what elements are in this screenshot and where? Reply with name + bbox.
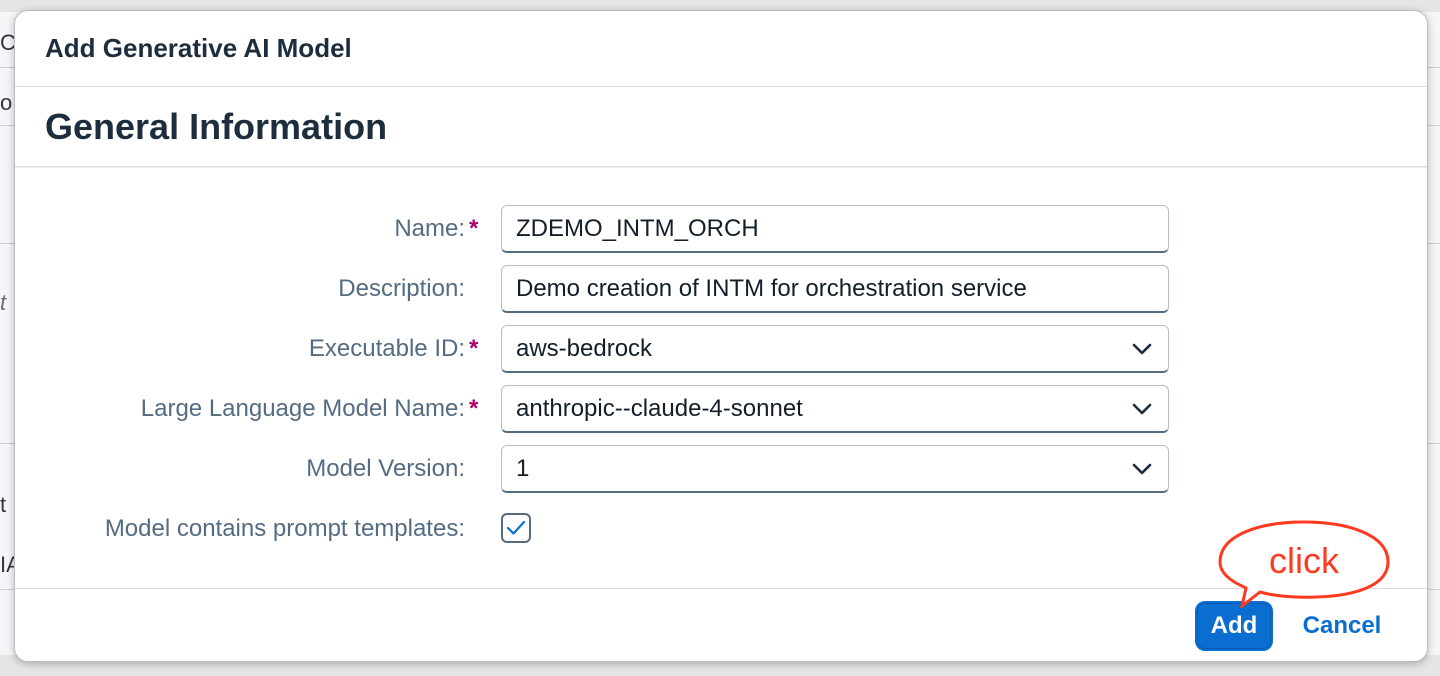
description-label: Description:	[338, 265, 483, 313]
add-button[interactable]: Add	[1197, 603, 1271, 649]
dialog-title: Add Generative AI Model	[45, 33, 352, 63]
background-text: C	[0, 30, 14, 55]
background-text: t	[0, 290, 7, 315]
form-row-llm-name: Large Language Model Name: * anthropic--c…	[15, 385, 1427, 433]
name-input[interactable]: ZDEMO_INTM_ORCH	[501, 205, 1169, 253]
model-version-label: Model Version:	[306, 445, 483, 493]
background-text: o	[0, 90, 13, 115]
executable-id-value: aws-bedrock	[516, 334, 653, 362]
model-version-value: 1	[516, 454, 530, 482]
checkmark-icon	[506, 520, 526, 535]
form-row-executable-id: Executable ID: * aws-bedrock	[15, 325, 1427, 373]
executable-id-label: Executable ID: *	[309, 325, 483, 373]
name-label: Name: *	[394, 205, 483, 253]
name-label-text: Name:	[394, 215, 465, 242]
required-marker: *	[469, 335, 479, 362]
name-value: ZDEMO_INTM_ORCH	[516, 214, 759, 242]
click-annotation-text: click	[1269, 540, 1339, 581]
cancel-button[interactable]: Cancel	[1291, 603, 1393, 649]
background-text: IA	[0, 552, 14, 577]
executable-id-select[interactable]: aws-bedrock	[501, 325, 1169, 373]
required-marker: *	[469, 395, 479, 422]
model-version-label-text: Model Version:	[306, 455, 465, 482]
prompt-templates-label-text: Model contains prompt templates:	[104, 515, 465, 542]
dialog-header: Add Generative AI Model	[15, 11, 1427, 87]
section-title: General Information	[45, 105, 388, 147]
description-input[interactable]: Demo creation of INTM for orchestration …	[501, 265, 1169, 313]
background-text: t	[0, 492, 7, 517]
prompt-templates-label: Model contains prompt templates:	[105, 505, 483, 553]
llm-name-select[interactable]: anthropic--claude-4-sonnet	[501, 385, 1169, 433]
llm-name-label: Large Language Model Name: *	[141, 385, 483, 433]
description-value: Demo creation of INTM for orchestration …	[516, 274, 1027, 302]
chevron-down-icon[interactable]	[1116, 326, 1168, 371]
chevron-down-icon[interactable]	[1116, 386, 1168, 431]
form-row-model-version: Model Version: 1	[15, 445, 1427, 493]
form-row-name: Name: * ZDEMO_INTM_ORCH	[15, 205, 1427, 253]
section-header: General Information	[15, 87, 1427, 167]
description-label-text: Description:	[338, 275, 465, 302]
prompt-templates-checkbox[interactable]	[501, 513, 531, 543]
llm-name-label-text: Large Language Model Name:	[140, 395, 465, 422]
executable-id-label-text: Executable ID:	[308, 335, 465, 362]
form-row-description: Description: Demo creation of INTM for o…	[15, 265, 1427, 313]
llm-name-value: anthropic--claude-4-sonnet	[516, 394, 803, 422]
required-marker: *	[469, 215, 479, 242]
chevron-down-icon[interactable]	[1116, 446, 1168, 491]
model-version-select[interactable]: 1	[501, 445, 1169, 493]
